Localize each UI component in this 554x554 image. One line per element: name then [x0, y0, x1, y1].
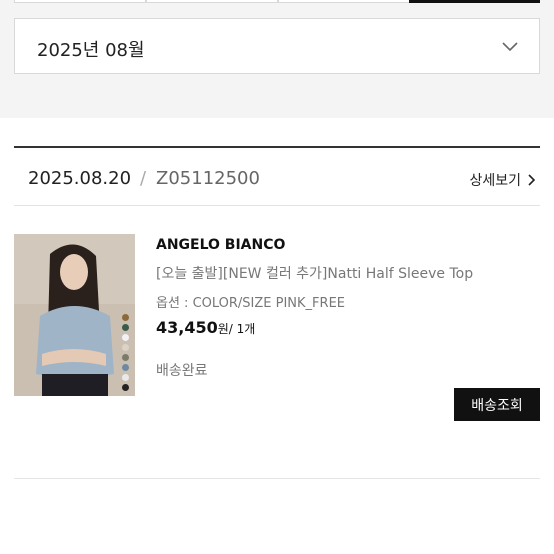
- swatch: [122, 314, 129, 321]
- product-option: 옵션 : COLOR/SIZE PINK_FREE: [156, 296, 345, 311]
- track-delivery-button[interactable]: 배송조회: [454, 388, 540, 421]
- swatch: [122, 324, 129, 331]
- chevron-down-icon: [502, 42, 518, 52]
- swatch: [122, 364, 129, 371]
- month-select[interactable]: 2025년 08월: [14, 18, 540, 74]
- swatch: [122, 384, 129, 391]
- product-image[interactable]: [14, 234, 135, 396]
- swatch: [122, 344, 129, 351]
- product-photo: [14, 234, 135, 396]
- order-detail-label: 상세보기: [469, 173, 521, 189]
- swatch: [122, 334, 129, 341]
- order-separator: /: [140, 168, 147, 189]
- chevron-right-icon: [528, 174, 536, 186]
- filter-area: 2025년 08월: [0, 0, 554, 118]
- price-unit-quantity: 원/ 1개: [217, 322, 256, 336]
- period-tab[interactable]: [146, 0, 278, 3]
- color-swatches: [122, 314, 132, 394]
- period-tabs: [14, 0, 540, 4]
- period-tab[interactable]: [14, 0, 146, 3]
- product-price: 43,450: [156, 318, 218, 337]
- period-tab[interactable]: [278, 0, 410, 3]
- order-header: 2025.08.20 / Z05112500 상세보기: [14, 146, 540, 206]
- month-select-value: 2025년 08월: [37, 40, 145, 61]
- product-brand[interactable]: ANGELO BIANCO: [156, 237, 285, 253]
- period-tab-active[interactable]: [409, 0, 540, 3]
- product-name[interactable]: [오늘 출발][NEW 컬러 추가]Natti Half Sleeve Top: [156, 263, 473, 283]
- order-detail-link[interactable]: 상세보기: [469, 170, 536, 190]
- order-date: 2025.08.20: [28, 168, 132, 189]
- price-line: 43,450원/ 1개: [156, 318, 255, 337]
- swatch: [122, 354, 129, 361]
- delivery-status: 배송완료: [156, 363, 208, 379]
- order-number: Z05112500: [156, 168, 260, 189]
- divider: [14, 478, 540, 479]
- swatch: [122, 374, 129, 381]
